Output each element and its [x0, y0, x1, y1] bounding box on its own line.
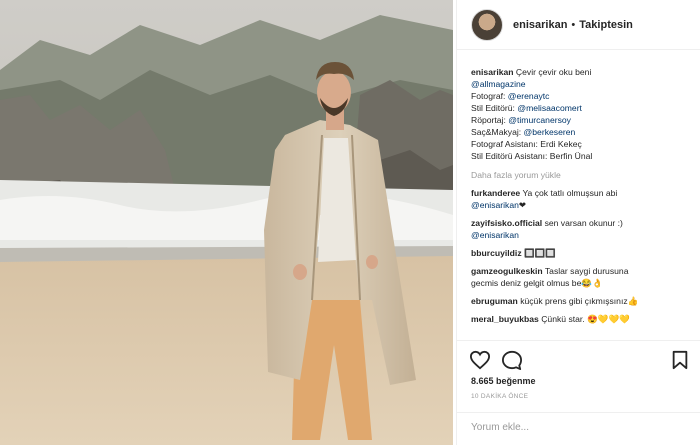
- heart-icon[interactable]: [469, 350, 491, 375]
- caption-line: Röportaj: @timurcanersoy: [471, 114, 693, 126]
- comments-area[interactable]: enisarikan Çevir çevir oku beni @allmaga…: [457, 50, 700, 340]
- comment-text: sen varsan okunur :): [544, 218, 623, 228]
- add-comment-bar: [457, 412, 700, 445]
- caption-mention[interactable]: @melisaacomert: [517, 103, 582, 113]
- comment: bburcuyildiz 🔲🔲🔲: [471, 247, 693, 259]
- caption-line-prefix: Saç&Makyaj:: [471, 127, 524, 137]
- caption: enisarikan Çevir çevir oku beni @allmaga…: [471, 66, 693, 162]
- comment-username[interactable]: furkanderee: [471, 188, 520, 198]
- avatar[interactable]: [471, 8, 503, 41]
- post-photo[interactable]: [0, 0, 453, 445]
- comment-mention[interactable]: @enisarikan: [471, 230, 519, 240]
- post-username[interactable]: enisarikan: [513, 19, 567, 31]
- caption-line-prefix: Röportaj:: [471, 115, 509, 125]
- separator-dot: •: [571, 18, 576, 31]
- comment-username[interactable]: bburcuyildiz: [471, 248, 522, 258]
- comment: gamzeogulkeskin Taslar saygi durusuna ge…: [471, 265, 693, 289]
- likes-count[interactable]: 8.665 beğenme: [471, 376, 536, 386]
- caption-mention[interactable]: @allmagazine: [471, 79, 526, 89]
- comment-username[interactable]: ebruguman: [471, 296, 518, 306]
- caption-line-prefix: Stil Editörü Asistanı: Berfin Ünal: [471, 151, 593, 161]
- comment: ebruguman küçük prens gibi çıkmışsınız👍: [471, 295, 693, 307]
- caption-line: Saç&Makyaj: @berkeseren: [471, 126, 693, 138]
- post-side-panel: enisarikan • Takiptesin enisarikan Çevir…: [456, 0, 700, 445]
- post-timestamp: 10 DAKİKA ÖNCE: [471, 393, 529, 400]
- caption-mention[interactable]: @erenaytc: [508, 91, 550, 101]
- post-header: enisarikan • Takiptesin: [457, 0, 700, 50]
- post-image: [0, 0, 453, 445]
- caption-mention[interactable]: @berkeseren: [524, 127, 576, 137]
- header-text: enisarikan • Takiptesin: [513, 19, 633, 31]
- caption-mention[interactable]: @timurcanersoy: [508, 115, 571, 125]
- caption-username[interactable]: enisarikan: [471, 67, 514, 77]
- caption-line: Stil Editörü: @melisaacomert: [471, 102, 693, 114]
- comment-text: Çünkü star. 😍💛💛💛: [541, 314, 630, 324]
- action-bar: [457, 340, 700, 380]
- comment-text: küçük prens gibi çıkmışsınız👍: [520, 296, 639, 306]
- comment-username[interactable]: meral_buyukbas: [471, 314, 539, 324]
- caption-text: Çevir çevir oku beni: [515, 67, 592, 77]
- add-comment-input[interactable]: [471, 422, 671, 433]
- comment-mention[interactable]: @enisarikan: [471, 200, 519, 210]
- caption-line: @allmagazine: [471, 78, 693, 90]
- caption-line: Fotograf: @erenaytc: [471, 90, 693, 102]
- caption-line-prefix: Fotograf Asistanı: Erdi Kekeç: [471, 139, 582, 149]
- caption-line-prefix: Stil Editörü:: [471, 103, 518, 113]
- bookmark-icon[interactable]: [671, 350, 689, 375]
- comment-text: Taslar saygi durusuna: [544, 266, 629, 276]
- follow-status[interactable]: Takiptesin: [579, 19, 633, 31]
- comment-text: 🔲🔲🔲: [524, 248, 557, 258]
- comment: zayifsisko.official sen varsan okunur :)…: [471, 217, 693, 241]
- caption-line: Fotograf Asistanı: Erdi Kekeç: [471, 138, 693, 150]
- comment-icon[interactable]: [501, 350, 523, 375]
- comment: meral_buyukbas Çünkü star. 😍💛💛💛: [471, 313, 693, 325]
- comment-text-cont: gecmis deniz gelgit olmus be😂👌: [471, 278, 603, 288]
- comment-username[interactable]: zayifsisko.official: [471, 218, 542, 228]
- load-more-comments-link[interactable]: Daha fazla yorum yükle: [471, 169, 693, 181]
- comment-text-cont: ❤: [518, 200, 527, 210]
- comment-text: Ya çok tatlı olmuşsun abi: [522, 188, 618, 198]
- comment: furkanderee Ya çok tatlı olmuşsun abi @e…: [471, 187, 693, 211]
- comment-username[interactable]: gamzeogulkeskin: [471, 266, 543, 276]
- caption-line: Stil Editörü Asistanı: Berfin Ünal: [471, 150, 693, 162]
- caption-line-prefix: Fotograf:: [471, 91, 508, 101]
